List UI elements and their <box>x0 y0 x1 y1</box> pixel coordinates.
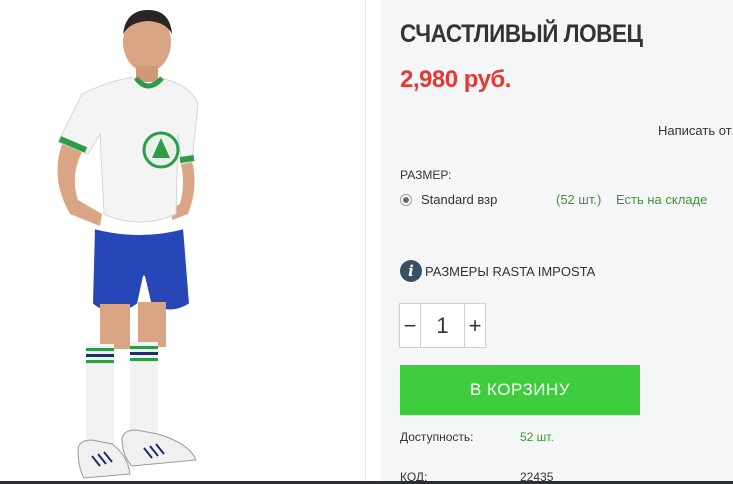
write-review-link[interactable]: Написать от: <box>658 123 733 138</box>
product-details-panel: СЧАСТЛИВЫЙ ЛОВЕЦ 2,980 руб. Написать от:… <box>381 0 733 484</box>
product-title: СЧАСТЛИВЫЙ ЛОВЕЦ <box>400 20 643 48</box>
product-photo[interactable] <box>40 4 220 482</box>
size-option-quantity: (52 шт.) <box>556 192 602 207</box>
info-icon: i <box>400 260 422 282</box>
product-image-panel <box>0 0 366 484</box>
quantity-input[interactable] <box>421 304 464 347</box>
add-to-cart-button[interactable]: В КОРЗИНУ <box>400 365 640 415</box>
quantity-stepper: − + <box>399 303 486 348</box>
size-label: РАЗМЕР: <box>400 168 452 182</box>
availability-label: Доступность: <box>400 430 474 444</box>
size-option-name: Standard взр <box>421 192 498 207</box>
size-chart-label: РАЗМЕРЫ RASTA IMPOSTA <box>425 264 596 279</box>
availability-value: 52 шт. <box>520 430 554 444</box>
stock-status: Есть на складе <box>616 192 708 207</box>
increase-quantity-button[interactable]: + <box>464 304 485 347</box>
size-option[interactable]: Standard взр (52 шт.) Есть на складе <box>400 192 730 210</box>
decrease-quantity-button[interactable]: − <box>400 304 421 347</box>
product-price: 2,980 руб. <box>400 66 511 93</box>
size-radio-button[interactable] <box>400 194 412 206</box>
